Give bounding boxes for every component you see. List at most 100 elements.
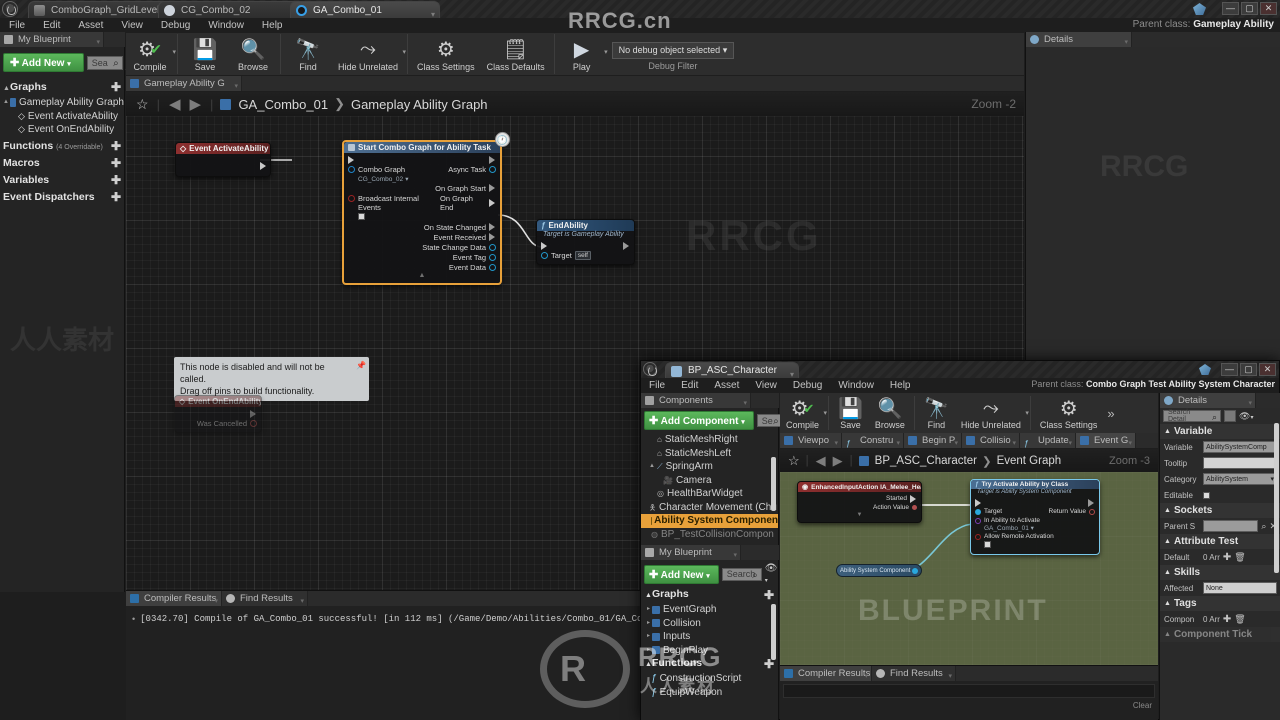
components-search-input[interactable]: Se ⌕ xyxy=(757,414,783,427)
menu-window[interactable]: Window xyxy=(199,18,253,34)
menu-debug[interactable]: Debug xyxy=(785,378,830,394)
compile-button[interactable]: ⚙✔ Compile ▾ xyxy=(780,395,825,433)
tab-combograph-gridlevel[interactable]: ComboGraph_GridLevel ▾ xyxy=(28,1,178,18)
category-combo[interactable]: AbilitySystem ▾ xyxy=(1203,473,1277,485)
component-character-movement[interactable]: 🯅 Character Movement (Chu xyxy=(641,501,778,515)
bp-asc-character-window[interactable]: BP_ASC_Character ▾ — ▢ ✕ File Edit Asset… xyxy=(640,360,1280,720)
graph-item-eventgraph[interactable]: ▸ EventGraph xyxy=(641,603,778,617)
component-staticmeshleft[interactable]: ⌂ StaticMeshLeft xyxy=(641,447,778,461)
compile-button[interactable]: ⚙✔ Compile ▾ xyxy=(126,34,174,75)
add-new-button[interactable]: ✚ Add New ▾ xyxy=(644,565,719,584)
affected-skills-field[interactable]: None xyxy=(1203,582,1277,594)
exec-out-pin[interactable] xyxy=(489,156,496,164)
object-pin[interactable] xyxy=(912,568,918,574)
details-category-attribute-test[interactable]: ▲Attribute Test xyxy=(1160,534,1280,549)
node-event-onendability-disabled[interactable]: ◇ Event OnEndAbility Was Cancelled xyxy=(174,395,262,433)
close-icon[interactable]: ▾ xyxy=(96,35,100,47)
close-icon[interactable]: ▾ xyxy=(1124,35,1128,47)
myblueprint-search-input[interactable]: Search ⌕ xyxy=(722,568,762,581)
breadcrumb-root[interactable]: BP_ASC_Character xyxy=(875,455,977,467)
tab-components[interactable]: Components ▾ xyxy=(641,393,751,408)
graph-item-collision[interactable]: ▸ Collision xyxy=(641,617,778,631)
tab-constructionscript[interactable]: ƒ Constru ▾ xyxy=(842,433,904,448)
search-input[interactable]: Sea ⌕ xyxy=(87,56,123,70)
add-component-button[interactable]: ✚ Add Component ▾ xyxy=(644,411,754,430)
clear-button[interactable]: Clear xyxy=(780,701,1158,710)
details-category-component-tick[interactable]: ▲Component Tick xyxy=(1160,627,1280,642)
add-dispatcher-button[interactable]: ✚ xyxy=(111,191,121,205)
tab-update[interactable]: ƒ Update ▾ xyxy=(1020,433,1076,448)
section-functions[interactable]: Functions (4 Overridable) ✚ xyxy=(0,139,124,156)
object-pin[interactable] xyxy=(975,509,981,515)
tab-find-results[interactable]: Find Results ▾ xyxy=(222,591,308,606)
close-icon[interactable]: ▾ xyxy=(743,396,747,408)
myblueprint-scrollbar[interactable] xyxy=(771,604,776,660)
window2-graph-tabstrip[interactable]: Viewpo ▾ ƒ Constru ▾ Begin P ▾ Collisio … xyxy=(780,433,1158,448)
tab-bp-asc-character[interactable]: BP_ASC_Character ▾ xyxy=(665,362,799,378)
chevron-down-icon[interactable]: ▾ xyxy=(405,176,408,183)
chevron-down-icon[interactable]: ▾ xyxy=(172,48,176,56)
close-icon[interactable]: ▾ xyxy=(834,436,838,448)
play-button[interactable]: ▶ Play ▾ xyxy=(558,34,606,75)
forward-arrow-icon[interactable]: ▶ xyxy=(190,95,202,113)
node-start-combo-graph-for-ability-task[interactable]: Start Combo Graph for Ability Task Combo… xyxy=(342,140,502,285)
exec-out-pin-on-graph-end[interactable] xyxy=(489,199,496,207)
comment-pin-icon[interactable]: 📌 xyxy=(356,360,366,372)
component-staticmeshright[interactable]: ⌂ StaticMeshRight xyxy=(641,433,778,447)
tab-details[interactable]: Details ▾ xyxy=(1160,393,1256,408)
exec-out-pin[interactable] xyxy=(1088,499,1095,507)
details-scrollbar[interactable] xyxy=(1274,423,1279,573)
object-pin[interactable] xyxy=(348,166,355,173)
tree-item-event-onendability[interactable]: ◇ Event OnEndAbility xyxy=(0,123,124,137)
add-new-button[interactable]: ✚ Add New ▾ xyxy=(3,53,84,72)
window2-toolbar[interactable]: ⚙✔ Compile ▾ 💾 Save 🔍 Browse 🔭 Find ⤳ Hi… xyxy=(780,393,1158,433)
broadcast-internal-events-checkbox[interactable] xyxy=(358,213,365,220)
delete-icon[interactable]: 🗑 xyxy=(1234,552,1245,563)
struct-pin[interactable] xyxy=(912,505,917,510)
close-button[interactable]: ✕ xyxy=(1260,2,1277,15)
window2-menubar[interactable]: File Edit Asset View Debug Window Help xyxy=(641,378,1041,393)
bool-pin[interactable] xyxy=(348,195,355,202)
close-button[interactable]: ✕ xyxy=(1259,363,1276,376)
chevron-down-icon[interactable]: ▾ xyxy=(1025,409,1029,417)
ability-class-value[interactable]: GA_Combo_01 xyxy=(984,525,1029,532)
tab-my-blueprint[interactable]: My Blueprint ▾ xyxy=(641,545,741,560)
async-task-pin[interactable] xyxy=(489,166,496,173)
save-button[interactable]: 💾 Save xyxy=(181,34,229,75)
struct-pin[interactable] xyxy=(489,244,496,251)
section-event-dispatchers[interactable]: Event Dispatchers ✚ xyxy=(0,190,124,207)
section-variables[interactable]: Variables ✚ xyxy=(0,173,124,190)
hide-unrelated-button[interactable]: ⤳ Hide Unrelated ▾ xyxy=(955,395,1027,433)
details-row-variable[interactable]: Variable AbilitySystemComp xyxy=(1160,439,1280,455)
component-camera[interactable]: 🎥 Camera xyxy=(641,474,778,488)
favorite-star-icon[interactable]: ☆ xyxy=(788,453,800,469)
node-expander-icon[interactable]: ▲ xyxy=(344,272,500,279)
components-scrollbar[interactable] xyxy=(771,457,776,511)
parent-socket-field[interactable] xyxy=(1203,520,1258,532)
class-defaults-button[interactable]: 🗒 Class Defaults xyxy=(481,34,551,75)
close-icon[interactable]: ▾ xyxy=(1128,436,1132,448)
menu-view[interactable]: View xyxy=(747,378,785,394)
exec-out-pin[interactable] xyxy=(623,242,630,250)
browse-button[interactable]: 🔍 Browse xyxy=(229,34,277,75)
window1-toolbar[interactable]: ⚙✔ Compile ▾ 💾 Save 🔍 Browse 🔭 Find ⤳ Hi… xyxy=(126,33,1024,75)
back-arrow-icon[interactable]: ◀ xyxy=(169,95,181,113)
tree-item-event-activateability[interactable]: ◇ Event ActivateAbility xyxy=(0,110,124,124)
close-icon[interactable]: ▾ xyxy=(948,669,952,681)
exec-out-pin[interactable] xyxy=(489,184,496,192)
grid-view-icon[interactable] xyxy=(1224,410,1236,422)
tab-beginplay[interactable]: Begin P ▾ xyxy=(904,433,962,448)
details-search-input[interactable]: Search Detail ⌕ xyxy=(1163,410,1221,422)
details-row-component-tags[interactable]: Compon 0 Arr ✚ 🗑 xyxy=(1160,611,1280,627)
details-row-tooltip[interactable]: Tooltip xyxy=(1160,455,1280,471)
chevron-double-right-icon[interactable]: » xyxy=(1107,406,1114,421)
bool-pin[interactable] xyxy=(1089,509,1095,515)
event-graph-canvas[interactable]: ☆ | ◀ ▶ | BP_ASC_Character ❯ Event Graph… xyxy=(780,449,1158,665)
bool-pin[interactable] xyxy=(250,420,257,427)
close-icon[interactable]: ▾ xyxy=(1068,436,1072,448)
component-springarm[interactable]: ▲ ⟋ SpringArm xyxy=(641,460,778,474)
menu-asset[interactable]: Asset xyxy=(706,378,747,394)
my-blueprint-tabstrip[interactable]: My Blueprint ▾ xyxy=(0,32,125,47)
tab-cg-combo-02[interactable]: CG_Combo_02 ▾ xyxy=(158,1,310,18)
tab-details[interactable]: Details ▾ xyxy=(1026,32,1132,47)
